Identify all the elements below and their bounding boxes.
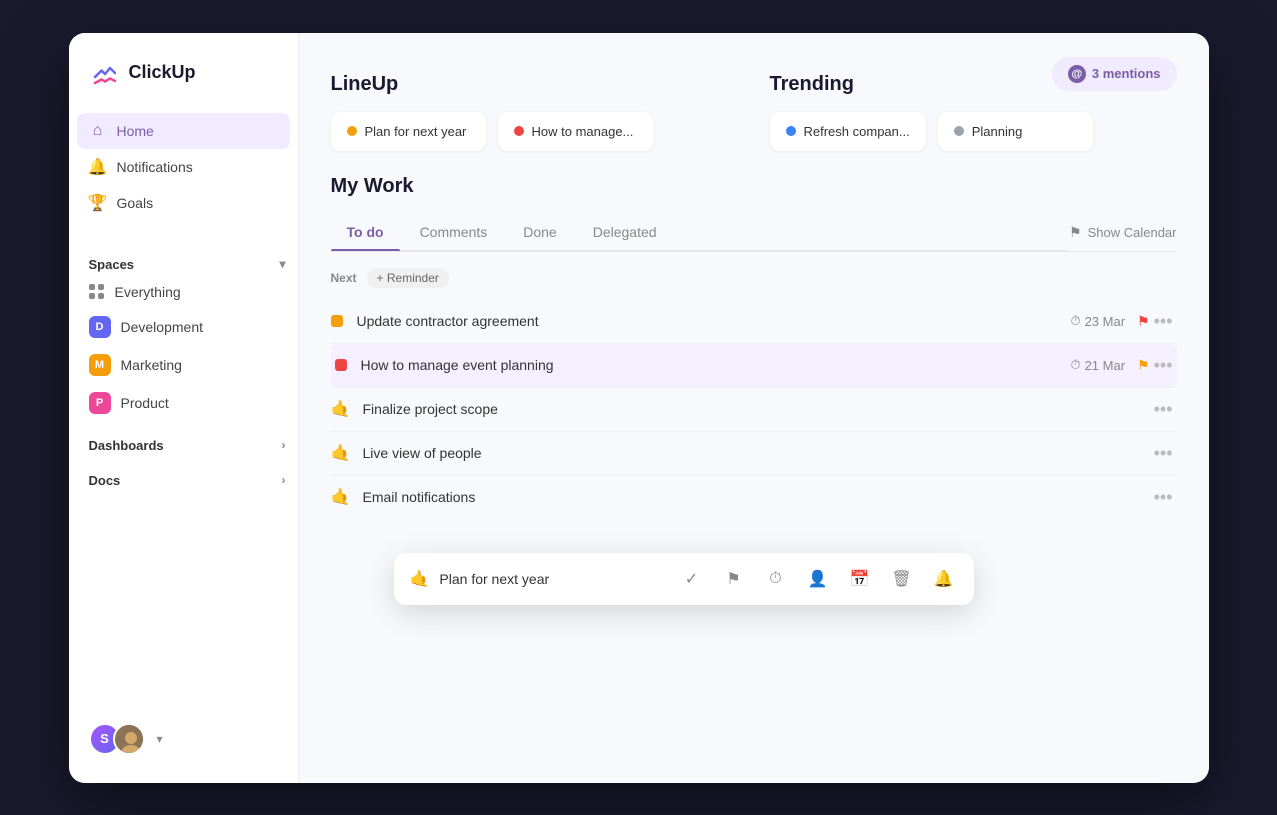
task-emoji: 🤙: [331, 487, 351, 507]
sidebar-item-marketing[interactable]: M Marketing: [77, 346, 290, 384]
chevron-right-icon: ›: [282, 438, 286, 452]
sidebar-item-everything[interactable]: Everything: [77, 276, 290, 308]
my-work-title: My Work: [331, 175, 414, 198]
table-row: How to manage event planning ⏱ 21 Mar ⚑ …: [331, 344, 1177, 388]
flag-icon-red: ⚑: [1137, 313, 1150, 330]
tab-comments[interactable]: Comments: [404, 214, 504, 250]
table-row: Update contractor agreement ⏱ 23 Mar ⚑ •…: [331, 300, 1177, 344]
status-dot-blue: [786, 126, 796, 136]
flag-calendar-icon: ⚑: [1069, 224, 1082, 241]
more-options-icon[interactable]: •••: [1150, 487, 1177, 508]
task-status-dot: [331, 315, 343, 327]
task-name: Live view of people: [363, 445, 1150, 461]
lineup-cards: Plan for next year How to manage...: [331, 112, 738, 151]
more-options-icon[interactable]: •••: [1150, 399, 1177, 420]
task-emoji: 🤙: [331, 399, 351, 419]
grid-icon: [89, 284, 105, 300]
tooltip-popup: 🤙 Plan for next year ✓ ⚑ ⏱ 👤 📅 🗑 🔔: [394, 553, 974, 605]
home-icon: ⌂: [89, 122, 107, 140]
task-meta: ⏱ 23 Mar ⚑: [1070, 313, 1149, 330]
logo: ClickUp: [69, 57, 298, 113]
task-name: Update contractor agreement: [357, 313, 1071, 329]
sidebar-item-notifications[interactable]: 🔔 Notifications: [77, 149, 290, 185]
bell-icon: 🔔: [89, 158, 107, 176]
task-name: Email notifications: [363, 489, 1150, 505]
status-dot-gray: [954, 126, 964, 136]
tooltip-emoji: 🤙: [410, 569, 430, 589]
tabs: To do Comments Done Delegated: [331, 214, 1070, 251]
tab-done[interactable]: Done: [507, 214, 572, 250]
my-work-section: My Work To do Comments Done Delegated ⚑ …: [331, 175, 1177, 783]
lineup-title: LineUp: [331, 73, 738, 96]
clock-icon: ⏱: [1070, 313, 1080, 329]
my-work-header: My Work: [331, 175, 1177, 214]
next-label: Next + Reminder: [331, 268, 1177, 288]
clock-icon: ⏱: [1070, 357, 1080, 373]
flag-action-button[interactable]: ⚑: [720, 565, 748, 593]
table-row: 🤙 Live view of people •••: [331, 432, 1177, 476]
task-meta: ⏱ 21 Mar ⚑: [1070, 357, 1149, 374]
trash-action-button[interactable]: 🗑: [888, 565, 916, 593]
trending-cards: Refresh compan... Planning: [770, 112, 1177, 151]
reminder-button[interactable]: + Reminder: [367, 268, 449, 288]
main-content: @ 3 mentions LineUp Plan for next year H…: [299, 33, 1209, 783]
show-calendar-button[interactable]: ⚑ Show Calendar: [1069, 224, 1176, 241]
status-dot-orange: [347, 126, 357, 136]
more-options-icon[interactable]: •••: [1150, 311, 1177, 332]
nav-items: ⌂ Home 🔔 Notifications 🏆 Goals: [69, 113, 298, 221]
tooltip-actions: ✓ ⚑ ⏱ 👤 📅 🗑 🔔: [678, 565, 958, 593]
clock-action-button[interactable]: ⏱: [762, 565, 790, 593]
chevron-right-icon: ›: [282, 473, 286, 487]
sidebar-item-home[interactable]: ⌂ Home: [77, 113, 290, 149]
sidebar-item-product[interactable]: P Product: [77, 384, 290, 422]
lineup-card-2[interactable]: How to manage...: [498, 112, 653, 151]
sidebar-footer: S ▾: [69, 711, 298, 767]
table-row: 🤙 Finalize project scope •••: [331, 388, 1177, 432]
table-row: 🤙 Email notifications •••: [331, 476, 1177, 519]
work-content: Next + Reminder Update contractor agreem…: [331, 268, 1177, 519]
product-badge: P: [89, 392, 111, 414]
sidebar-item-development[interactable]: D Development: [77, 308, 290, 346]
flag-icon-orange: ⚑: [1137, 357, 1150, 374]
at-icon: @: [1068, 65, 1086, 83]
task-date: ⏱ 23 Mar: [1070, 313, 1125, 329]
top-bar: @ 3 mentions: [1052, 57, 1177, 91]
trending-card-1[interactable]: Refresh compan...: [770, 112, 926, 151]
avatar-img: [113, 723, 145, 755]
dashboards-section[interactable]: Dashboards ›: [69, 430, 298, 457]
trending-card-2[interactable]: Planning: [938, 112, 1093, 151]
avatar-group: S: [89, 723, 145, 755]
tooltip-task-name: 🤙 Plan for next year: [410, 569, 662, 589]
status-dot-red: [514, 126, 524, 136]
task-name: How to manage event planning: [361, 357, 1071, 373]
development-badge: D: [89, 316, 111, 338]
tab-delegated[interactable]: Delegated: [577, 214, 673, 250]
trophy-icon: 🏆: [89, 194, 107, 212]
app-name: ClickUp: [129, 62, 196, 83]
lineup-card-1[interactable]: Plan for next year: [331, 112, 486, 151]
mentions-button[interactable]: @ 3 mentions: [1052, 57, 1177, 91]
person-action-button[interactable]: 👤: [804, 565, 832, 593]
calendar-action-button[interactable]: 📅: [846, 565, 874, 593]
more-options-icon[interactable]: •••: [1150, 443, 1177, 464]
marketing-badge: M: [89, 354, 111, 376]
task-date: ⏱ 21 Mar: [1070, 357, 1125, 373]
task-emoji: 🤙: [331, 443, 351, 463]
sidebar: ClickUp ⌂ Home 🔔 Notifications 🏆 Goals S…: [69, 33, 299, 783]
spaces-header: Spaces ▾: [69, 249, 298, 276]
more-options-icon[interactable]: •••: [1150, 355, 1177, 376]
task-status-dot: [335, 359, 347, 371]
check-action-button[interactable]: ✓: [678, 565, 706, 593]
chevron-down-icon: ▾: [279, 257, 285, 271]
bell-action-button[interactable]: 🔔: [930, 565, 958, 593]
sidebar-item-goals[interactable]: 🏆 Goals: [77, 185, 290, 221]
user-menu-chevron: ▾: [157, 732, 163, 746]
task-name: Finalize project scope: [363, 401, 1150, 417]
docs-section[interactable]: Docs ›: [69, 465, 298, 492]
lineup-section: LineUp Plan for next year How to manage.…: [331, 73, 738, 151]
tab-todo[interactable]: To do: [331, 214, 400, 250]
